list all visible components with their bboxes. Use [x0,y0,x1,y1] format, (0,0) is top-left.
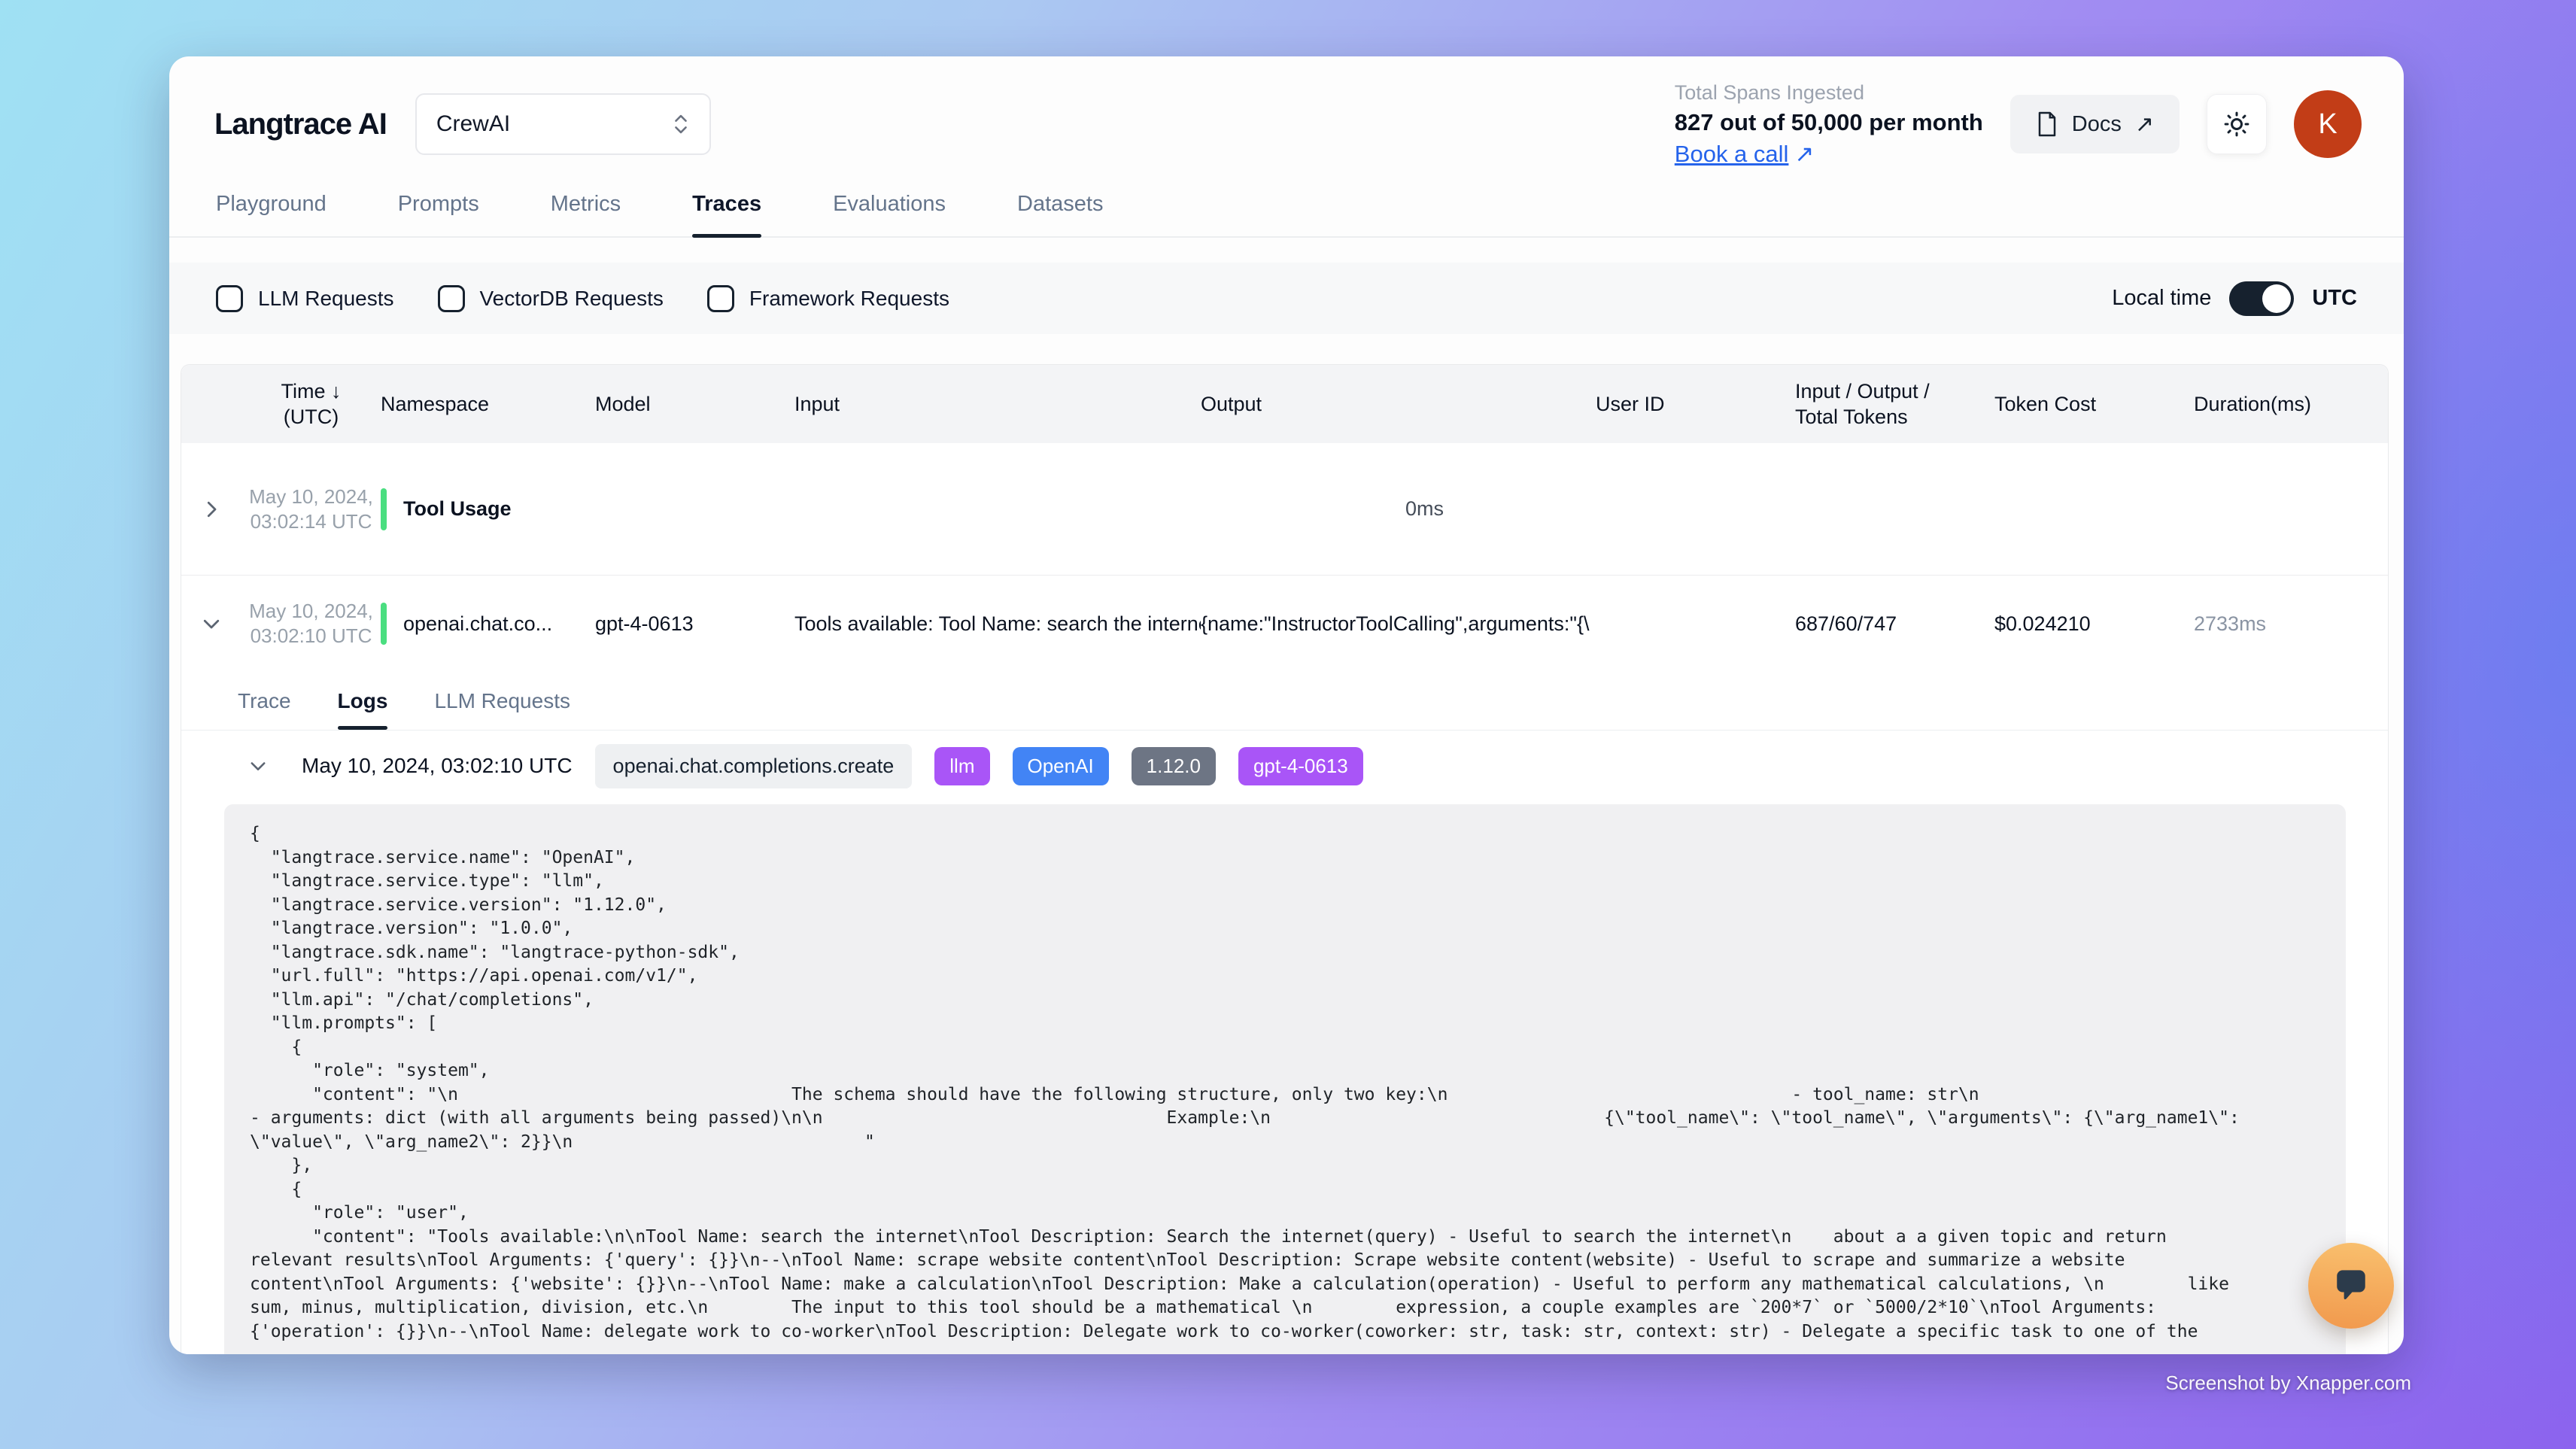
local-time-label: Local time [2112,286,2211,311]
row-span-name: Tool Usage [381,488,595,530]
detail-tabs: Trace Logs LLM Requests [181,672,2388,731]
tab-evaluations[interactable]: Evaluations [833,192,946,236]
chevron-updown-icon [672,112,690,136]
chat-bubble-icon [2328,1263,2374,1308]
tab-metrics[interactable]: Metrics [551,192,621,236]
row-namespace: openai.chat.co... [381,603,595,645]
timezone-switch[interactable] [2229,281,2294,316]
project-select-value: CrewAI [436,111,510,137]
chevron-right-icon[interactable] [181,498,242,521]
main-card: Langtrace AI CrewAI Total Spans Ingested… [169,56,2404,1354]
request-filters: LLM Requests VectorDB Requests Framework… [216,285,949,312]
theme-toggle-button[interactable] [2207,94,2267,154]
table-header: Time ↓(UTC) Namespace Model Input Output… [181,365,2388,443]
nav-tabs: Playground Prompts Metrics Traces Evalua… [169,192,2404,238]
col-time: Time ↓(UTC) [242,378,381,430]
filter-framework-requests[interactable]: Framework Requests [707,285,949,312]
docs-button[interactable]: Docs ↗ [2010,95,2180,153]
col-namespace: Namespace [381,391,595,417]
col-tokens: Input / Output /Total Tokens [1795,378,1994,430]
filter-vectordb-requests[interactable]: VectorDB Requests [438,285,664,312]
switch-knob [2262,284,2291,313]
tab-traces[interactable]: Traces [692,192,761,236]
checkbox[interactable] [216,285,243,312]
docs-button-label: Docs [2072,112,2122,137]
table-row[interactable]: May 10, 2024,03:02:14 UTC Tool Usage 0ms [181,443,2388,576]
badge-vendor: OpenAI [1013,747,1109,785]
filter-llm-requests[interactable]: LLM Requests [216,285,394,312]
tab-prompts[interactable]: Prompts [398,192,479,236]
tab-llm-requests[interactable]: LLM Requests [434,672,570,730]
document-icon [2036,111,2058,138]
traces-panel: Time ↓(UTC) Namespace Model Input Output… [181,364,2389,1354]
app-title: Langtrace AI [214,108,387,141]
row-time: May 10, 2024,03:02:14 UTC [242,485,381,534]
avatar[interactable]: K [2294,90,2362,158]
table-row[interactable]: May 10, 2024,03:02:10 UTC openai.chat.co… [181,576,2388,672]
row-duration: 2733ms [2194,612,2388,636]
chevron-down-icon[interactable] [181,612,242,635]
utc-label: UTC [2312,286,2357,311]
status-bar [381,488,387,530]
col-output: Output [1201,391,1596,417]
usage-value: 827 out of 50,000 per month [1675,109,1983,136]
book-a-call-link[interactable]: Book a call↗ [1675,141,1983,168]
chat-widget-button[interactable] [2308,1243,2394,1329]
log-json: { "langtrace.service.name": "OpenAI", "l… [250,822,2320,1344]
chevron-down-icon[interactable] [248,755,269,776]
col-model: Model [595,391,794,417]
external-arrow-icon: ↗ [2135,111,2154,138]
badge-version: 1.12.0 [1132,747,1216,785]
col-duration: Duration(ms) [2194,391,2388,417]
tab-trace[interactable]: Trace [238,672,291,730]
badge-model: gpt-4-0613 [1238,747,1363,785]
tab-playground[interactable]: Playground [216,192,327,236]
row-model: gpt-4-0613 [595,612,794,636]
log-entry-header[interactable]: May 10, 2024, 03:02:10 UTC openai.chat.c… [248,741,2388,791]
row-tokens: 687/60/747 [1795,612,1994,636]
filter-bar: LLM Requests VectorDB Requests Framework… [169,263,2404,334]
row-duration: 0ms [1201,497,1596,521]
usage-label: Total Spans Ingested [1675,81,1983,105]
row-input: Tools available: Tool Name: search the i… [794,612,1201,636]
app-header: Langtrace AI CrewAI Total Spans Ingested… [214,88,2362,160]
row-time: May 10, 2024,03:02:10 UTC [242,599,381,649]
usage-summary: Total Spans Ingested 827 out of 50,000 p… [1675,81,1983,168]
col-input: Input [794,391,1201,417]
header-actions: Total Spans Ingested 827 out of 50,000 p… [1675,81,2362,168]
col-token-cost: Token Cost [1994,391,2194,417]
tab-datasets[interactable]: Datasets [1017,192,1103,236]
timezone-toggle-group: Local time UTC [2112,281,2357,316]
badge-llm: llm [934,747,989,785]
checkbox[interactable] [438,285,465,312]
row-cost: $0.024210 [1994,612,2194,636]
status-bar [381,603,387,645]
watermark: Screenshot by Xnapper.com [2165,1372,2411,1395]
checkbox[interactable] [707,285,734,312]
col-user-id: User ID [1596,391,1795,417]
log-timestamp: May 10, 2024, 03:02:10 UTC [302,754,573,778]
tab-logs[interactable]: Logs [338,672,388,730]
log-method-chip: openai.chat.completions.create [595,744,913,788]
row-output: {name:"InstructorToolCalling",arguments:… [1201,612,1596,636]
external-arrow-icon: ↗ [1794,141,1814,168]
project-select[interactable]: CrewAI [415,93,711,155]
sun-icon [2222,110,2251,138]
log-code-block: { "langtrace.service.name": "OpenAI", "l… [224,804,2346,1354]
